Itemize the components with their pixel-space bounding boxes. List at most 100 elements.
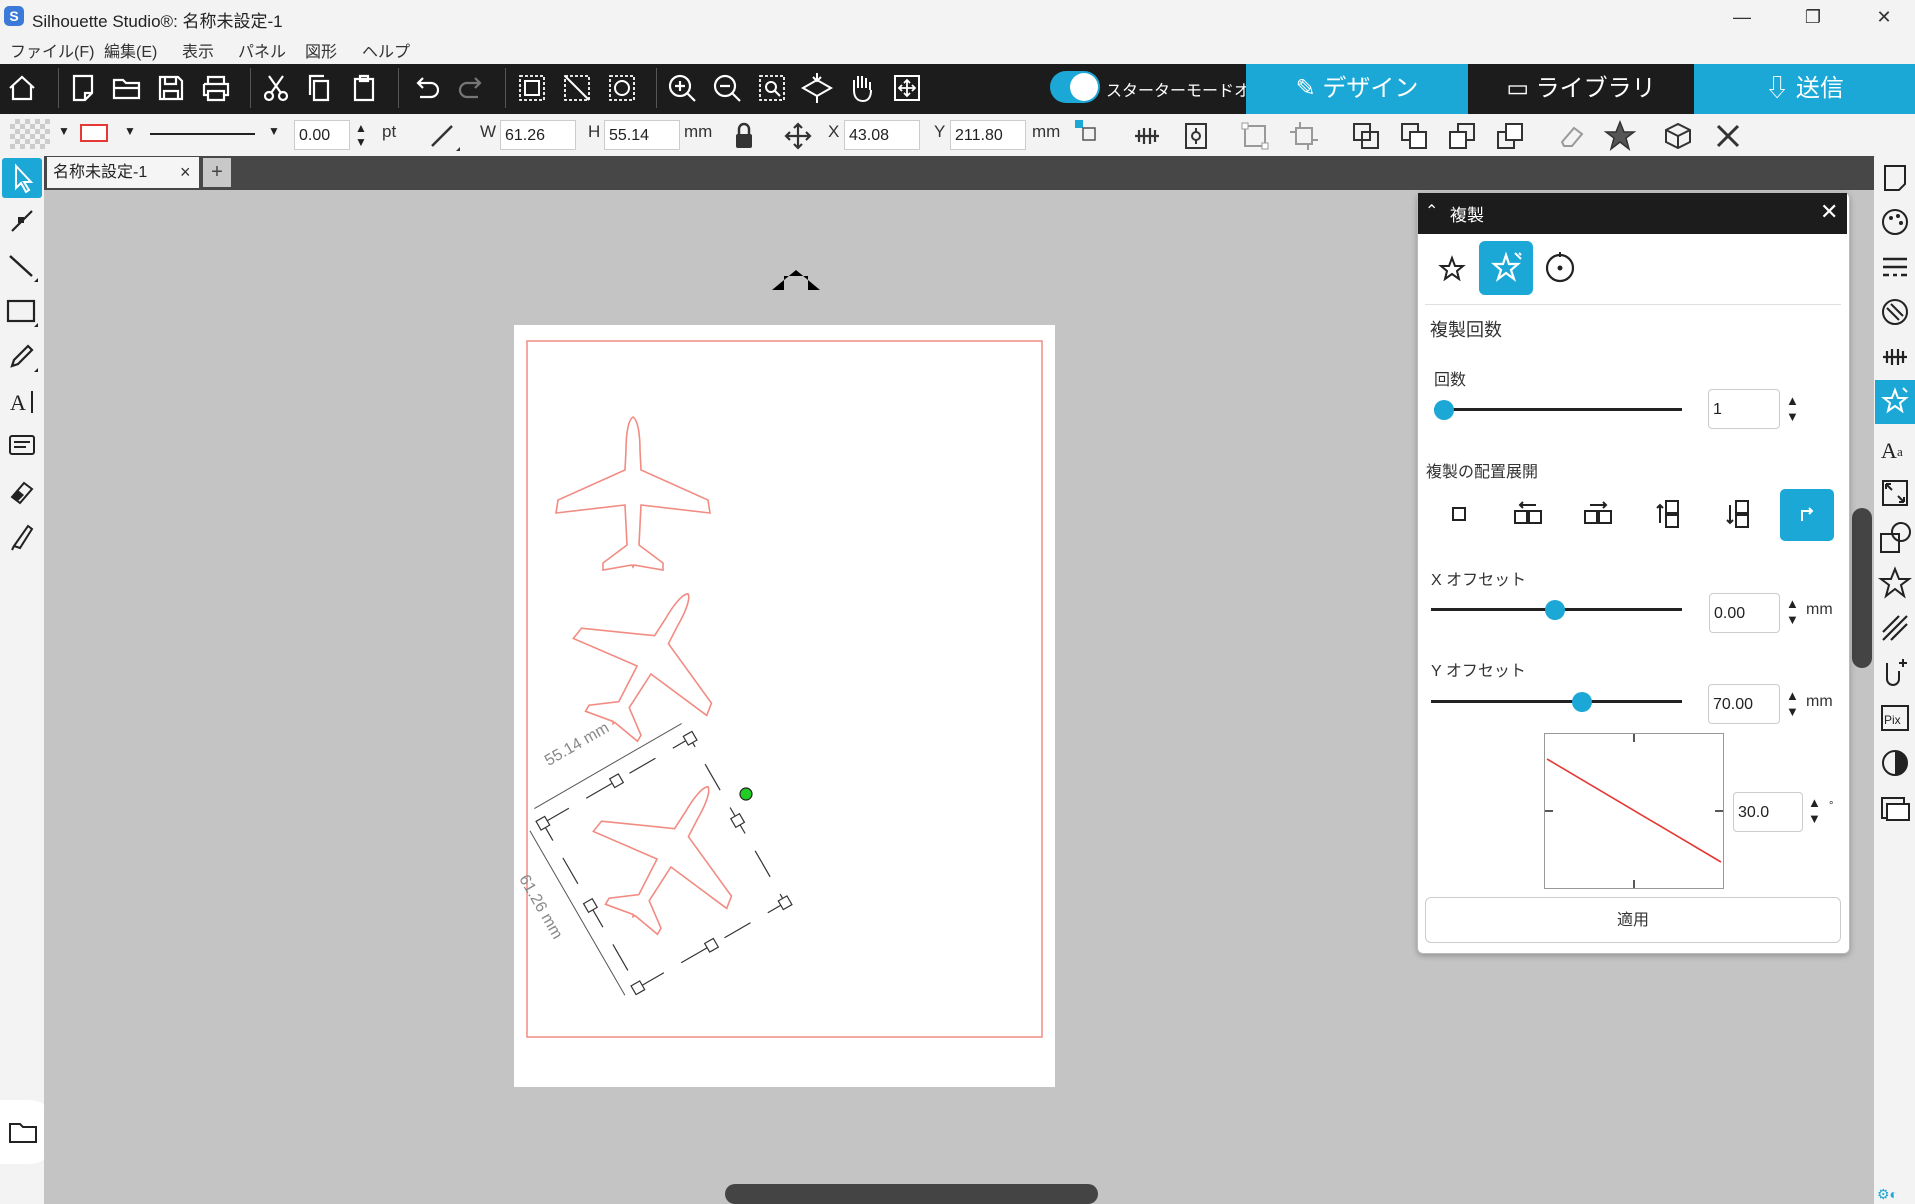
close-x-icon[interactable] — [1710, 118, 1746, 154]
offset-star-icon[interactable] — [1877, 565, 1913, 601]
page-setup-icon[interactable] — [1877, 160, 1913, 196]
contrast-icon[interactable] — [1877, 745, 1913, 781]
menu-edit[interactable]: 編集(E) — [104, 38, 157, 62]
count-slider-knob[interactable] — [1434, 400, 1454, 420]
print-cut-icon[interactable] — [1877, 790, 1913, 826]
compound-path-icon[interactable] — [602, 68, 642, 108]
eraser-icon[interactable] — [4, 473, 40, 509]
send-back-icon[interactable] — [1492, 118, 1528, 154]
line-style-icon[interactable] — [1877, 249, 1913, 285]
mirror-tab-icon-active[interactable] — [1479, 241, 1533, 295]
add-tab-button[interactable]: + — [203, 158, 231, 187]
chevron-up-icon[interactable]: ⌃ — [1425, 201, 1438, 221]
y-offset-stepper[interactable]: ▲ ▼ — [1786, 688, 1799, 720]
zoom-out-icon[interactable] — [707, 68, 747, 108]
angle-input[interactable]: 30.0 — [1733, 792, 1803, 832]
pan-hand-icon[interactable] — [842, 68, 882, 108]
align-panel-icon[interactable] — [1877, 339, 1913, 375]
angle-preview[interactable] — [1544, 733, 1724, 889]
open-folder-icon[interactable] — [107, 68, 147, 108]
layout-up-icon[interactable] — [1640, 489, 1698, 539]
fill-dropdown-icon[interactable]: ▼ — [58, 124, 70, 138]
zoom-selection-icon[interactable] — [752, 68, 792, 108]
horizontal-scroll-thumb[interactable] — [725, 1184, 1098, 1204]
vertical-scroll-thumb[interactable] — [1852, 508, 1872, 668]
edit-points-icon[interactable] — [4, 203, 40, 239]
fill-swatch[interactable] — [10, 119, 50, 149]
trace-icon[interactable] — [1877, 610, 1913, 646]
fill-pattern-icon[interactable] — [1877, 294, 1913, 330]
y-offset-slider-knob[interactable] — [1572, 692, 1592, 712]
y-offset-slider-track[interactable] — [1431, 700, 1682, 703]
pencil-icon[interactable] — [4, 338, 40, 374]
group-icon[interactable] — [512, 68, 552, 108]
menu-panel[interactable]: パネル — [238, 38, 286, 62]
reference-point-icon[interactable] — [1074, 119, 1096, 141]
new-document-icon[interactable] — [63, 68, 103, 108]
line-style-dropdown-icon[interactable]: ▼ — [268, 124, 280, 138]
tab-library[interactable]: ▭ ライブラリ — [1470, 64, 1692, 114]
knife-icon[interactable] — [4, 518, 40, 554]
settings-gear-icon[interactable]: ⚙◐ — [1877, 1186, 1898, 1203]
line-width-input[interactable]: 0.00 — [294, 120, 350, 150]
count-input[interactable]: 1 — [1708, 389, 1780, 429]
layout-right-icon[interactable] — [1570, 489, 1628, 539]
x-offset-slider-knob[interactable] — [1545, 600, 1565, 620]
fill-color-icon[interactable] — [1877, 204, 1913, 240]
width-input[interactable]: 61.26 — [500, 120, 576, 150]
rotate-copies-tab-icon[interactable] — [1540, 248, 1580, 288]
save-icon[interactable] — [151, 68, 191, 108]
modify-icon[interactable] — [1877, 520, 1913, 556]
text-box-icon[interactable] — [4, 428, 40, 464]
y-position-input[interactable]: 211.80 — [950, 120, 1026, 150]
undo-icon[interactable] — [407, 68, 447, 108]
line-draw-icon[interactable] — [4, 248, 40, 284]
tab-send[interactable]: ⇩ 送信 — [1694, 64, 1915, 114]
tab-close-icon[interactable]: × — [180, 157, 198, 188]
3d-box-icon[interactable] — [1660, 118, 1696, 154]
send-panel-icon[interactable] — [1877, 655, 1913, 691]
cut-icon[interactable] — [256, 68, 296, 108]
replicate-tab-icon[interactable] — [1432, 248, 1472, 288]
layout-down-icon[interactable] — [1710, 489, 1768, 539]
panel-close-icon[interactable]: ✕ — [1820, 199, 1838, 225]
x-position-input[interactable]: 43.08 — [844, 120, 920, 150]
zoom-in-icon[interactable] — [662, 68, 702, 108]
print-icon[interactable] — [196, 68, 236, 108]
height-input[interactable]: 55.14 — [604, 120, 680, 150]
restore-button[interactable]: ❐ — [1784, 0, 1842, 34]
menu-shape[interactable]: 図形 — [305, 38, 337, 62]
bring-front-icon[interactable] — [1444, 118, 1480, 154]
line-width-stepper[interactable]: ▲ ▼ — [355, 121, 367, 149]
x-offset-input[interactable]: 0.00 — [1709, 593, 1780, 633]
move-icon[interactable] — [780, 118, 816, 154]
line-style-sample[interactable] — [150, 133, 255, 135]
menu-file[interactable]: ファイル(F) — [10, 38, 94, 62]
count-stepper[interactable]: ▲ ▼ — [1786, 393, 1799, 425]
document-tab[interactable]: 名称未設定-1 — [47, 157, 199, 188]
text-tool-icon[interactable]: A — [4, 383, 40, 419]
center-to-page-icon[interactable] — [1178, 118, 1214, 154]
line-color-dropdown-icon[interactable]: ▼ — [124, 124, 136, 138]
close-button[interactable]: ✕ — [1855, 0, 1913, 34]
select-tool-active[interactable] — [2, 158, 42, 198]
ungroup-icon[interactable] — [557, 68, 597, 108]
move-view-icon[interactable] — [887, 68, 927, 108]
lock-aspect-icon[interactable] — [726, 118, 762, 154]
menu-help[interactable]: ヘルプ — [362, 38, 410, 62]
count-slider-track[interactable] — [1434, 408, 1682, 411]
y-offset-input[interactable]: 70.00 — [1708, 684, 1780, 724]
transform-icon[interactable] — [1877, 475, 1913, 511]
x-offset-stepper[interactable]: ▲ ▼ — [1786, 596, 1799, 628]
menu-view[interactable]: 表示 — [182, 38, 214, 62]
fit-page-icon[interactable] — [797, 68, 837, 108]
align-icon[interactable] — [1129, 118, 1165, 154]
replicate-panel-icon-active[interactable] — [1875, 380, 1915, 424]
pixscan-icon[interactable]: Pix — [1877, 700, 1913, 736]
subtract-icon[interactable] — [1396, 118, 1432, 154]
rectangle-icon[interactable] — [4, 293, 40, 329]
apply-button[interactable]: 適用 — [1425, 897, 1841, 943]
layout-custom-icon-active[interactable] — [1780, 489, 1834, 541]
line-tool-icon[interactable] — [424, 118, 460, 154]
line-color-swatch[interactable] — [80, 124, 108, 142]
